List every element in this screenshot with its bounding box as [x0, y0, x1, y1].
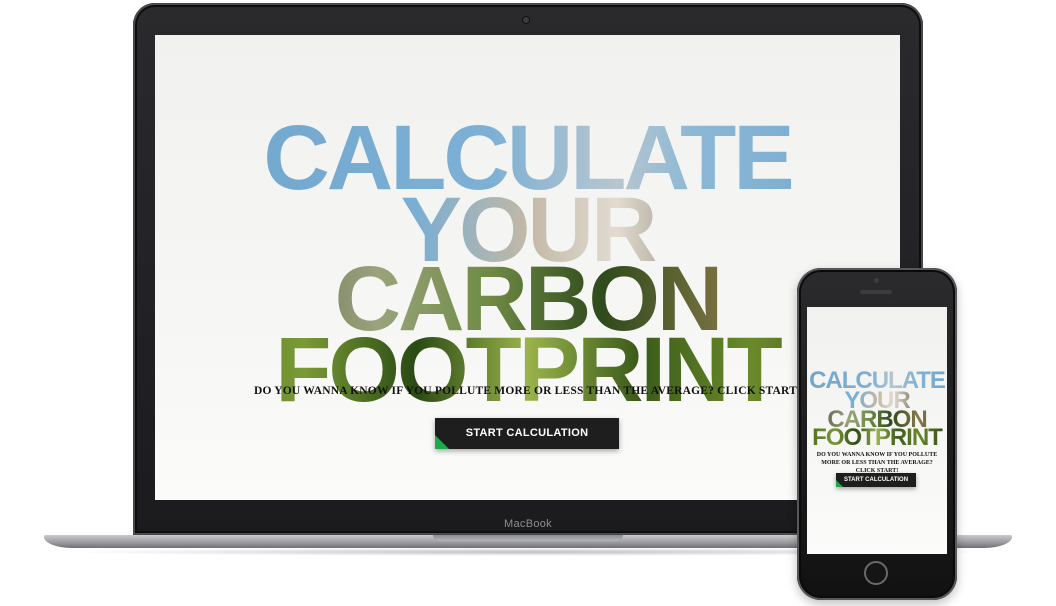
- button-accent-corner: [435, 435, 449, 449]
- phone-intro-question: DO YOU WANNA KNOW IF YOU POLLUTE MORE OR…: [816, 452, 938, 474]
- intro-question: DO YOU WANNA KNOW IF YOU POLLUTE MORE OR…: [253, 385, 802, 397]
- phone-speaker: [860, 290, 892, 294]
- start-calculation-button[interactable]: START CALCULATION: [435, 418, 619, 449]
- phone-start-calculation-button[interactable]: START CALCULATION: [836, 473, 916, 487]
- phone-start-calculation-label: START CALCULATION: [843, 477, 909, 483]
- phone-screen: CALCULATE YOUR CARBON FOOTPRINT DO YOU W…: [807, 307, 947, 554]
- home-button-icon[interactable]: [864, 561, 888, 585]
- phone-hero-title-line-4: FOOTPRINT: [807, 426, 947, 450]
- start-calculation-label: START CALCULATION: [465, 427, 589, 439]
- hero-title-line-4: FOOTPRINT: [155, 324, 900, 416]
- camera-icon: [523, 17, 529, 23]
- laptop-screen: CALCULATE YOUR CARBON FOOTPRINT DO YOU W…: [155, 35, 900, 500]
- device-mockup: CALCULATE YOUR CARBON FOOTPRINT DO YOU W…: [0, 0, 1056, 606]
- phone-camera-icon: [874, 278, 879, 283]
- phone-button-accent-corner: [836, 480, 843, 487]
- laptop-notch: [433, 535, 623, 541]
